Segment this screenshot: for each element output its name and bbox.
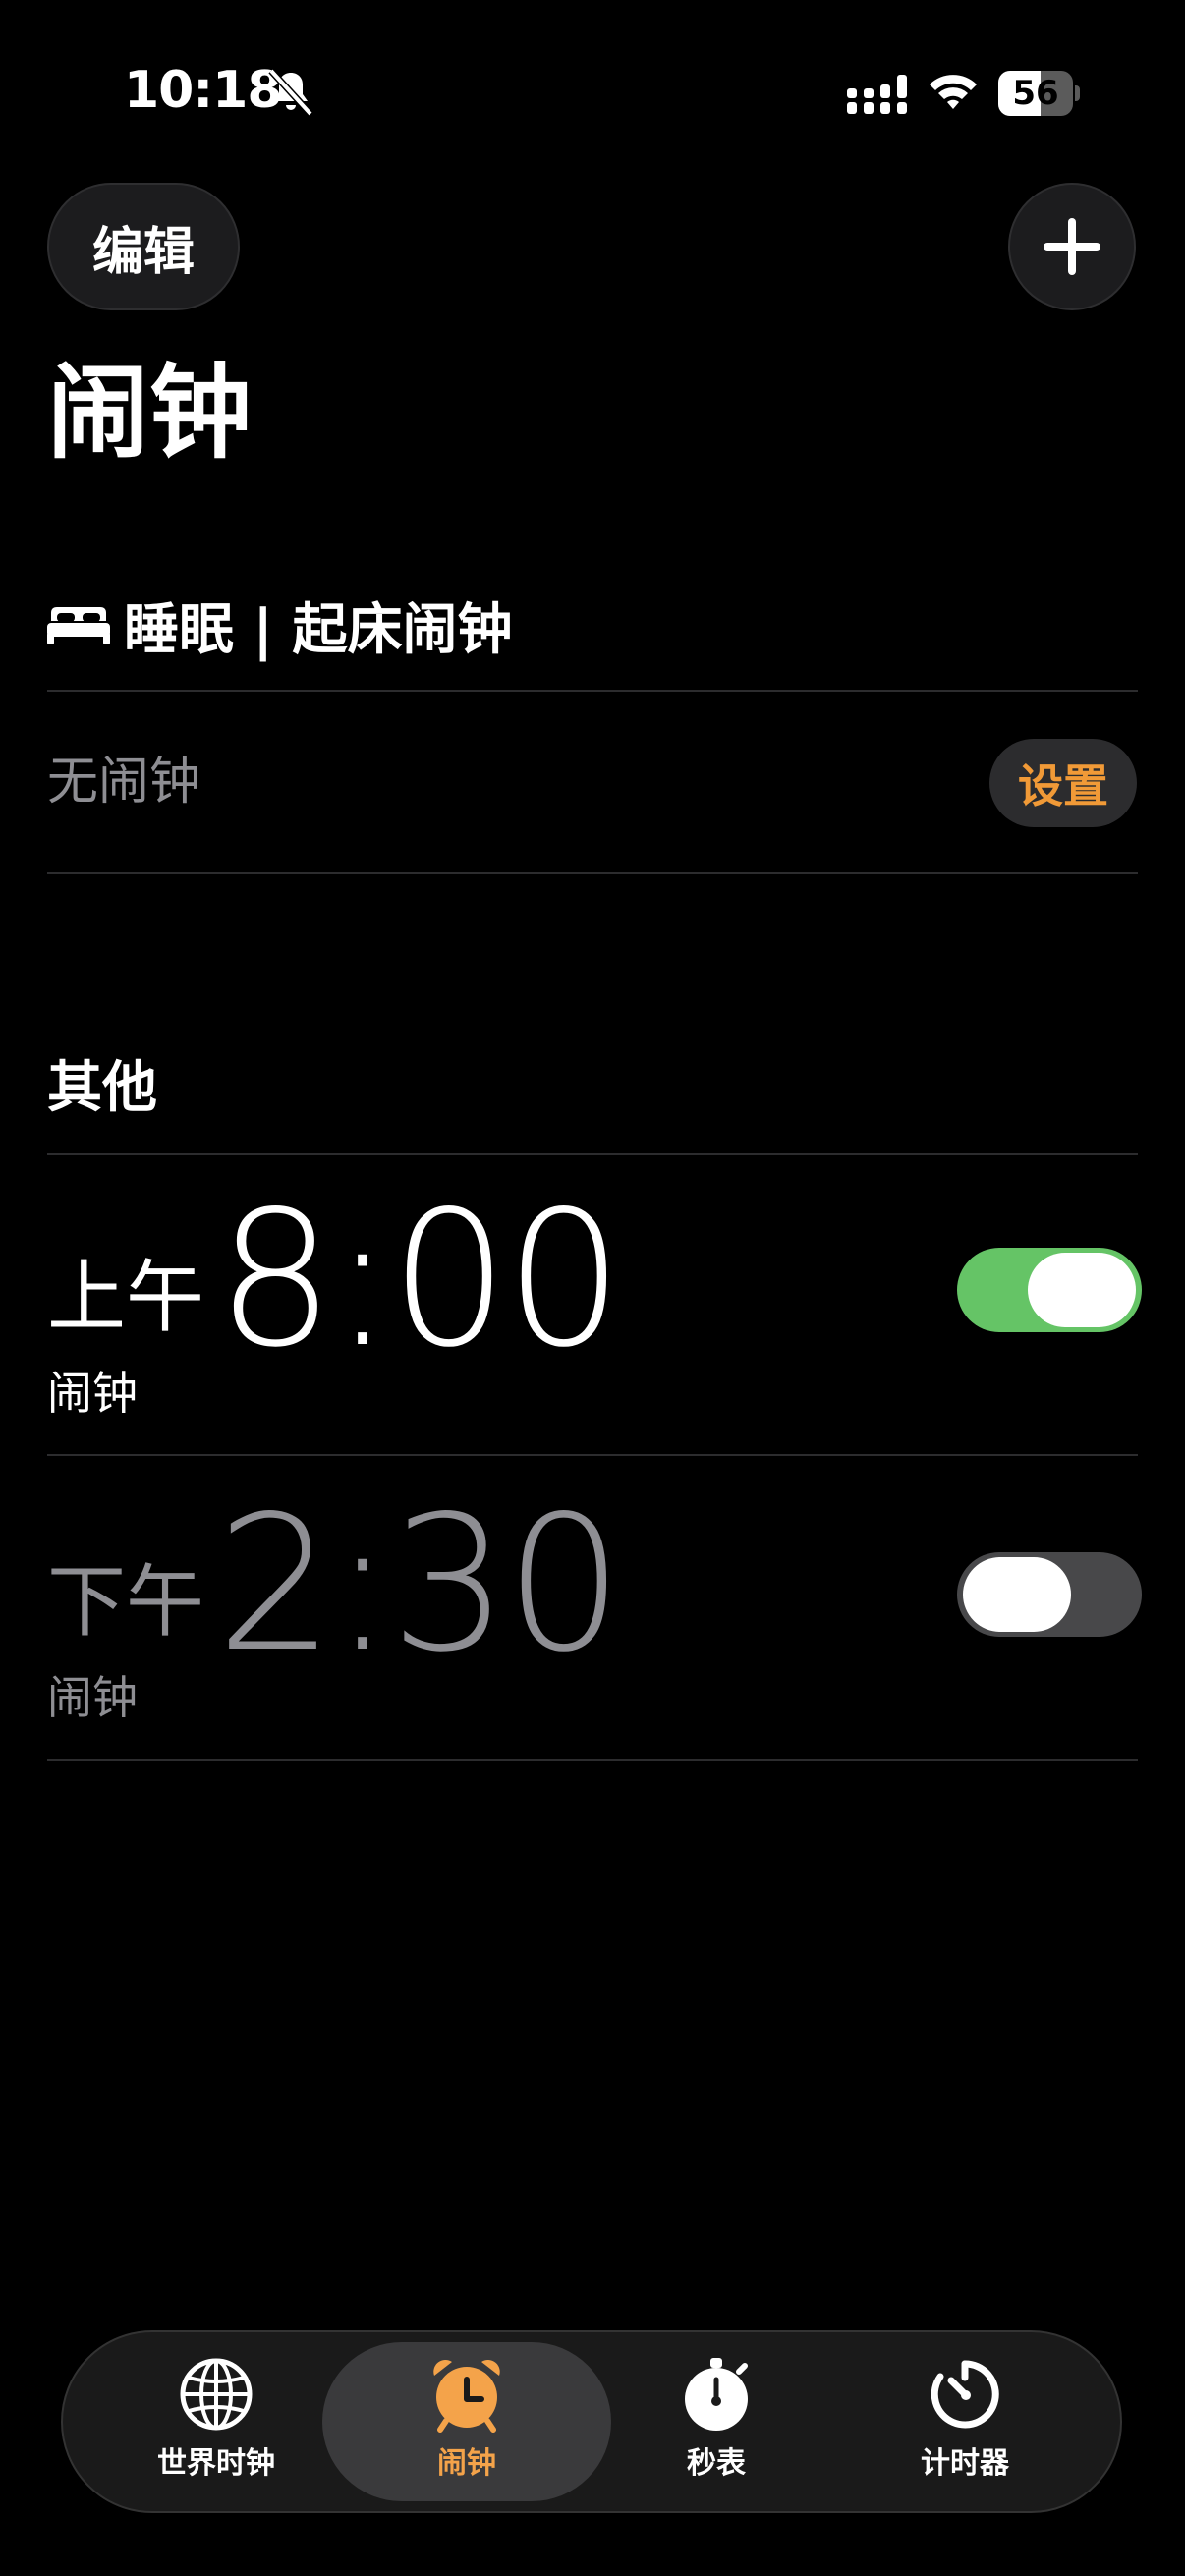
divider (47, 1759, 1138, 1761)
tab-timer[interactable]: 计时器 (842, 2356, 1088, 2493)
sleep-setup-button[interactable]: 设置 (989, 739, 1137, 827)
tab-world-clock[interactable]: 世界时钟 (93, 2356, 339, 2493)
timer-icon (931, 2360, 999, 2429)
sleep-section-header: 睡眠 | 起床闹钟 (47, 586, 512, 664)
battery-percent: 56 (1012, 74, 1059, 113)
divider (47, 1454, 1138, 1456)
other-section-header: 其他 (47, 1056, 157, 1120)
tab-label: 秒表 (687, 2446, 746, 2481)
globe-icon (180, 2358, 253, 2431)
tab-label: 世界时钟 (157, 2446, 275, 2481)
divider (47, 1153, 1138, 1155)
alarm-time: 2:30 (216, 1476, 624, 1693)
bed-icon (47, 607, 110, 644)
alarm-toggle[interactable] (957, 1552, 1142, 1637)
alarm-clock-icon (433, 2359, 500, 2433)
divider (47, 872, 1138, 874)
alarm-row[interactable]: 下午 2:30 闹钟 (47, 1476, 1142, 1759)
alarm-period: 下午 (47, 1556, 204, 1648)
tab-label: 计时器 (921, 2446, 1009, 2481)
page-title: 闹钟 (47, 353, 253, 473)
battery-indicator: 56 (998, 71, 1080, 116)
add-alarm-button[interactable] (1008, 183, 1136, 310)
tab-alarm[interactable]: 闹钟 (344, 2356, 590, 2493)
tab-label: 闹钟 (437, 2446, 496, 2481)
alarm-label: 闹钟 (47, 1367, 138, 1420)
bell-slash-icon (268, 68, 313, 117)
alarm-time: 8:00 (216, 1171, 624, 1388)
status-time: 10:18 (124, 61, 283, 120)
no-alarm-label: 无闹钟 (47, 753, 201, 812)
sleep-header-label: 睡眠 | 起床闹钟 (124, 597, 513, 662)
divider (47, 690, 1138, 692)
alarm-period: 上午 (47, 1252, 204, 1343)
stopwatch-icon (685, 2358, 748, 2431)
plus-icon (1044, 218, 1100, 275)
tab-stopwatch[interactable]: 秒表 (593, 2356, 839, 2493)
cellular-signal-icon (847, 75, 907, 114)
edit-button[interactable]: 编辑 (47, 183, 240, 310)
wifi-icon (930, 75, 977, 109)
alarm-toggle[interactable] (957, 1248, 1142, 1332)
alarm-label: 闹钟 (47, 1671, 138, 1724)
alarm-row[interactable]: 上午 8:00 闹钟 (47, 1171, 1142, 1456)
